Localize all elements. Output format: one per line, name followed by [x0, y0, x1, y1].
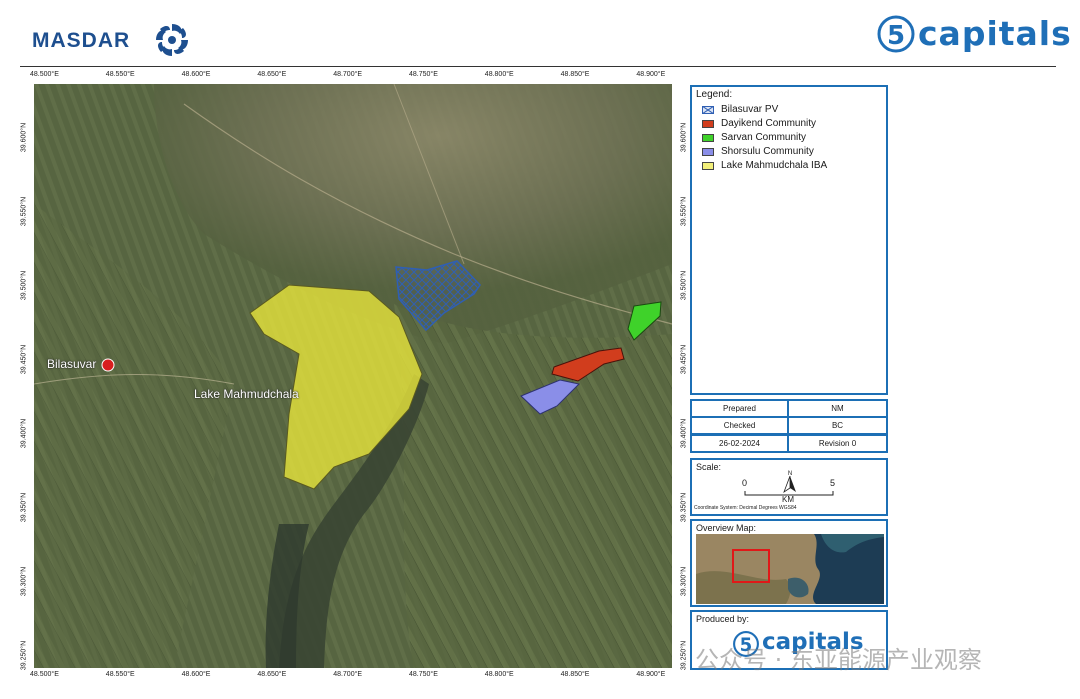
latitude-tick-left: 39.250°N: [20, 640, 28, 671]
masdar-logo: MASDAR: [32, 22, 192, 62]
legend-item-iba: Lake Mahmudchala IBA: [702, 159, 827, 172]
five-capitals-logo: 5 capitals: [876, 12, 1071, 58]
map-canvas: [34, 84, 672, 668]
checked-label: Checked: [690, 416, 789, 435]
scale-panel: Scale: N 0 5 KM Coordinate System: Decim…: [690, 458, 888, 516]
header-divider: [20, 66, 1056, 67]
info-table: Prepared NM Checked BC 26-02-2024 Revisi…: [690, 399, 888, 455]
longitude-tick-top: 48.650°E: [257, 71, 287, 78]
longitude-tick-top: 48.900°E: [636, 71, 666, 78]
longitude-tick-top: 48.850°E: [560, 71, 590, 78]
latitude-tick-left: 39.300°N: [20, 566, 28, 597]
legend-label-shorsulu: Shorsulu Community: [721, 146, 814, 157]
longitude-tick-bottom: 48.650°E: [257, 671, 287, 678]
longitude-tick-top: 48.800°E: [484, 71, 514, 78]
overview-map-panel: Overview Map:: [690, 519, 888, 607]
latitude-tick-right: 39.550°N: [680, 196, 688, 227]
shorsulu-swatch-icon: [702, 147, 714, 156]
longitude-tick-bottom: 48.750°E: [409, 671, 438, 678]
svg-text:5: 5: [887, 21, 905, 51]
latitude-tick-left: 39.500°N: [20, 270, 28, 301]
longitude-tick-top: 48.600°E: [181, 71, 211, 78]
masdar-logo-text: MASDAR: [32, 29, 131, 52]
produced-by-title: Produced by:: [696, 614, 750, 624]
latitude-tick-left: 39.600°N: [20, 122, 28, 153]
scale-start-label: 0: [742, 478, 748, 488]
date-value: 26-02-2024: [690, 434, 789, 453]
latitude-tick-left: 39.550°N: [20, 196, 28, 227]
latitude-tick-right: 39.250°N: [680, 640, 688, 671]
legend-panel: Legend: Bilasuvar PV Dayikend Community …: [690, 85, 888, 395]
longitude-tick-bottom: 48.900°E: [636, 671, 666, 678]
latitude-tick-left: 39.400°N: [20, 418, 28, 449]
lake-mahmudchala-label: Lake Mahmudchala: [194, 387, 299, 401]
bilasuvar-label: Bilasuvar: [47, 357, 97, 371]
longitude-tick-bottom: 48.550°E: [105, 671, 135, 678]
scale-title: Scale:: [696, 462, 722, 472]
longitude-tick-top: 48.700°E: [333, 71, 363, 78]
five-capitals-mark-icon: 5: [877, 15, 915, 53]
legend-title: Legend:: [696, 89, 733, 100]
dayikend-swatch-icon: [702, 119, 714, 128]
legend-item-dayikend: Dayikend Community: [702, 117, 816, 130]
hatch-swatch-icon: [702, 105, 714, 114]
longitude-tick-top: 48.750°E: [409, 71, 438, 78]
longitude-tick-bottom: 48.600°E: [181, 671, 211, 678]
bilasuvar-town-marker: [101, 358, 115, 372]
latitude-tick-right: 39.500°N: [680, 270, 688, 301]
iba-swatch-icon: [702, 161, 714, 170]
checked-value: BC: [787, 416, 888, 435]
longitude-tick-top: 48.500°E: [30, 71, 59, 78]
masdar-swirl-icon: [156, 24, 188, 56]
scale-unit-label: KM: [782, 495, 794, 504]
coordinate-system-note: Coordinate System: Decimal Degrees WGS84: [694, 505, 797, 511]
longitude-tick-top: 48.550°E: [105, 71, 135, 78]
latitude-tick-left: 39.350°N: [20, 492, 28, 523]
latitude-tick-right: 39.350°N: [680, 492, 688, 523]
legend-item-sarvan: Sarvan Community: [702, 131, 806, 144]
latitude-tick-left: 39.450°N: [20, 344, 28, 375]
overview-map-image: [696, 534, 884, 604]
satellite-map[interactable]: Bilasuvar Lake Mahmudchala: [34, 84, 672, 668]
latitude-tick-right: 39.450°N: [680, 344, 688, 375]
legend-label-iba: Lake Mahmudchala IBA: [721, 160, 828, 171]
legend-label-bilasuvar-pv: Bilasuvar PV: [721, 104, 779, 115]
legend-item-shorsulu: Shorsulu Community: [702, 145, 814, 158]
legend-item-bilasuvar-pv: Bilasuvar PV: [702, 103, 778, 116]
longitude-tick-bottom: 48.700°E: [333, 671, 363, 678]
latitude-tick-right: 39.400°N: [680, 418, 688, 449]
latitude-tick-right: 39.600°N: [680, 122, 688, 153]
longitude-tick-bottom: 48.850°E: [560, 671, 590, 678]
longitude-tick-bottom: 48.500°E: [30, 671, 59, 678]
overview-title: Overview Map:: [696, 523, 757, 533]
legend-label-dayikend: Dayikend Community: [721, 118, 817, 129]
watermark-text: 公众号 · 东亚能源产业观察: [695, 646, 982, 674]
revision-value: Revision 0: [787, 434, 888, 453]
sarvan-swatch-icon: [702, 133, 714, 142]
scale-end-label: 5: [830, 478, 836, 488]
latitude-tick-right: 39.300°N: [680, 566, 688, 597]
longitude-tick-bottom: 48.800°E: [484, 671, 514, 678]
five-capitals-logo-text: capitals: [918, 14, 1072, 53]
legend-label-sarvan: Sarvan Community: [721, 132, 807, 143]
